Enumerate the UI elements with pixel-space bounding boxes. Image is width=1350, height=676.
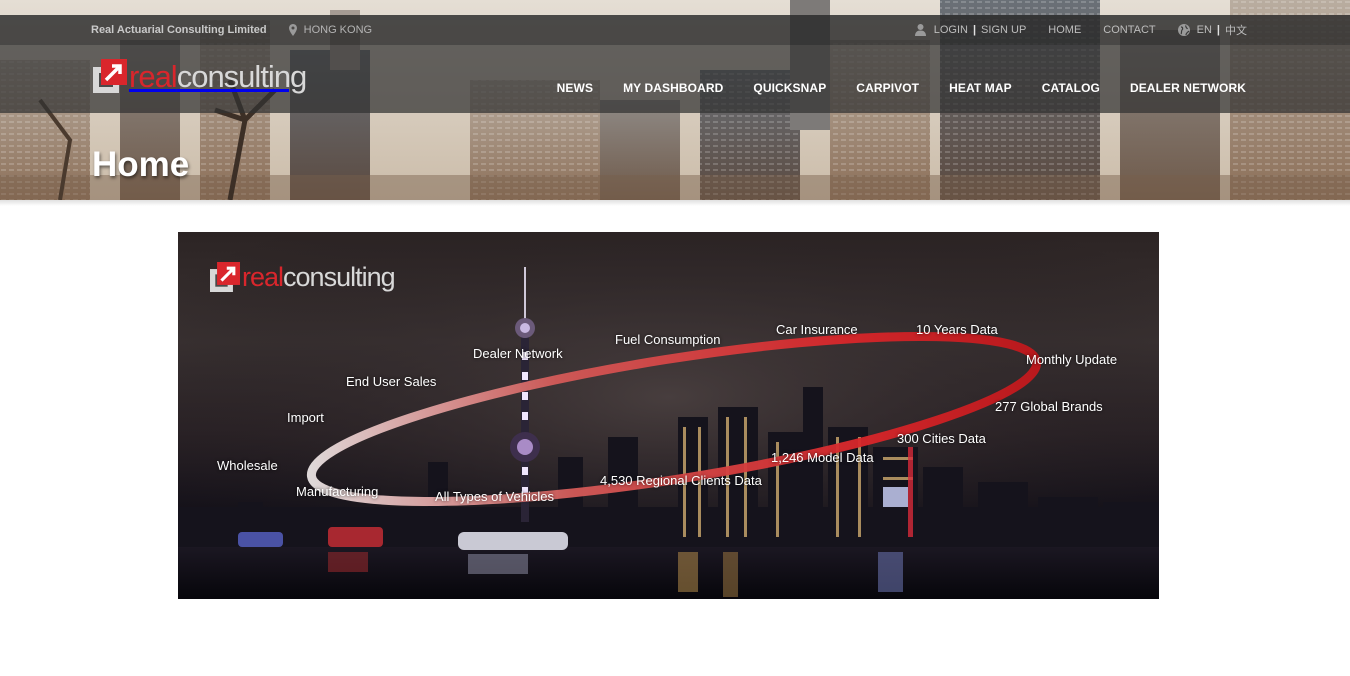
banner-label-import: Import	[287, 410, 324, 425]
banner-label-300-cities-data: 300 Cities Data	[897, 431, 986, 446]
logo-mark-icon	[210, 262, 240, 292]
banner-label-monthly-update: Monthly Update	[1026, 352, 1118, 367]
banner-label-manufacturing: Manufacturing	[296, 484, 379, 499]
contact-link[interactable]: CONTACT	[1103, 24, 1155, 36]
page-title: Home	[92, 145, 190, 184]
hero-divider-shadow	[0, 200, 1350, 206]
logo-text-real: real	[129, 58, 178, 94]
banner-logo-text: realconsulting	[242, 261, 396, 292]
main-navbar: realconsulting NEWS MY DASHBOARD QUICKSN…	[0, 45, 1350, 113]
lang-zh-link[interactable]: 中文	[1225, 22, 1247, 38]
primary-nav: NEWS MY DASHBOARD QUICKSNAP CARPIVOT HEA…	[527, 45, 1246, 113]
nav-item-catalog[interactable]: CATALOG	[1042, 81, 1100, 95]
banner-label-10-years-data: 10 Years Data	[916, 322, 998, 337]
banner-label-1246-model-data: 1,246 Model Data	[771, 450, 874, 465]
logo-text: realconsulting	[129, 58, 308, 94]
nav-item-quicksnap[interactable]: QUICKSNAP	[753, 81, 826, 95]
nav-item-my-dashboard[interactable]: MY DASHBOARD	[623, 81, 723, 95]
feature-banner: realconsulting Wholesale Import End User…	[178, 232, 1159, 599]
banner-logo-text-consulting: consulting	[283, 261, 396, 292]
banner-label-all-types-of-vehicles: All Types of Vehicles	[435, 489, 554, 504]
user-icon	[914, 24, 926, 36]
globe-icon	[1177, 24, 1190, 36]
nav-item-heat-map[interactable]: HEAT MAP	[949, 81, 1012, 95]
nav-item-news[interactable]: NEWS	[557, 81, 593, 95]
banner-label-wholesale: Wholesale	[217, 458, 278, 473]
separator: |	[972, 24, 977, 36]
nav-item-dealer-network[interactable]: DEALER NETWORK	[1130, 81, 1246, 95]
home-link[interactable]: HOME	[1048, 24, 1081, 36]
banner-label-277-global-brands: 277 Global Brands	[995, 399, 1103, 414]
banner-logo-text-real: real	[242, 261, 284, 292]
map-marker-icon	[288, 24, 297, 36]
company-name: Real Actuarial Consulting Limited	[91, 24, 267, 36]
banner-label-car-insurance: Car Insurance	[776, 322, 858, 337]
lang-en-link[interactable]: EN	[1197, 24, 1212, 36]
signup-link[interactable]: SIGN UP	[981, 24, 1026, 36]
banner-label-fuel-consumption: Fuel Consumption	[615, 332, 721, 347]
language-switcher: EN | 中文	[1177, 22, 1247, 38]
separator: |	[1216, 24, 1220, 36]
logo-text-consulting: consulting	[176, 58, 308, 94]
account-links: LOGIN | SIGN UP	[914, 24, 1026, 36]
site-logo[interactable]: realconsulting	[93, 58, 308, 94]
banner-label-end-user-sales: End User Sales	[346, 374, 437, 389]
nav-item-carpivot[interactable]: CARPIVOT	[856, 81, 919, 95]
top-utility-bar: Real Actuarial Consulting Limited HONG K…	[0, 15, 1350, 45]
location: HONG KONG	[288, 24, 373, 36]
location-label: HONG KONG	[303, 24, 373, 36]
banner-label-dealer-network: Dealer Network	[473, 346, 563, 361]
login-link[interactable]: LOGIN	[934, 24, 968, 36]
logo-mark-icon	[93, 59, 127, 93]
header-hero: Real Actuarial Consulting Limited HONG K…	[0, 0, 1350, 200]
banner-logo: realconsulting	[210, 261, 396, 292]
banner-label-4530-regional-clients-data: 4,530 Regional Clients Data	[600, 473, 762, 488]
